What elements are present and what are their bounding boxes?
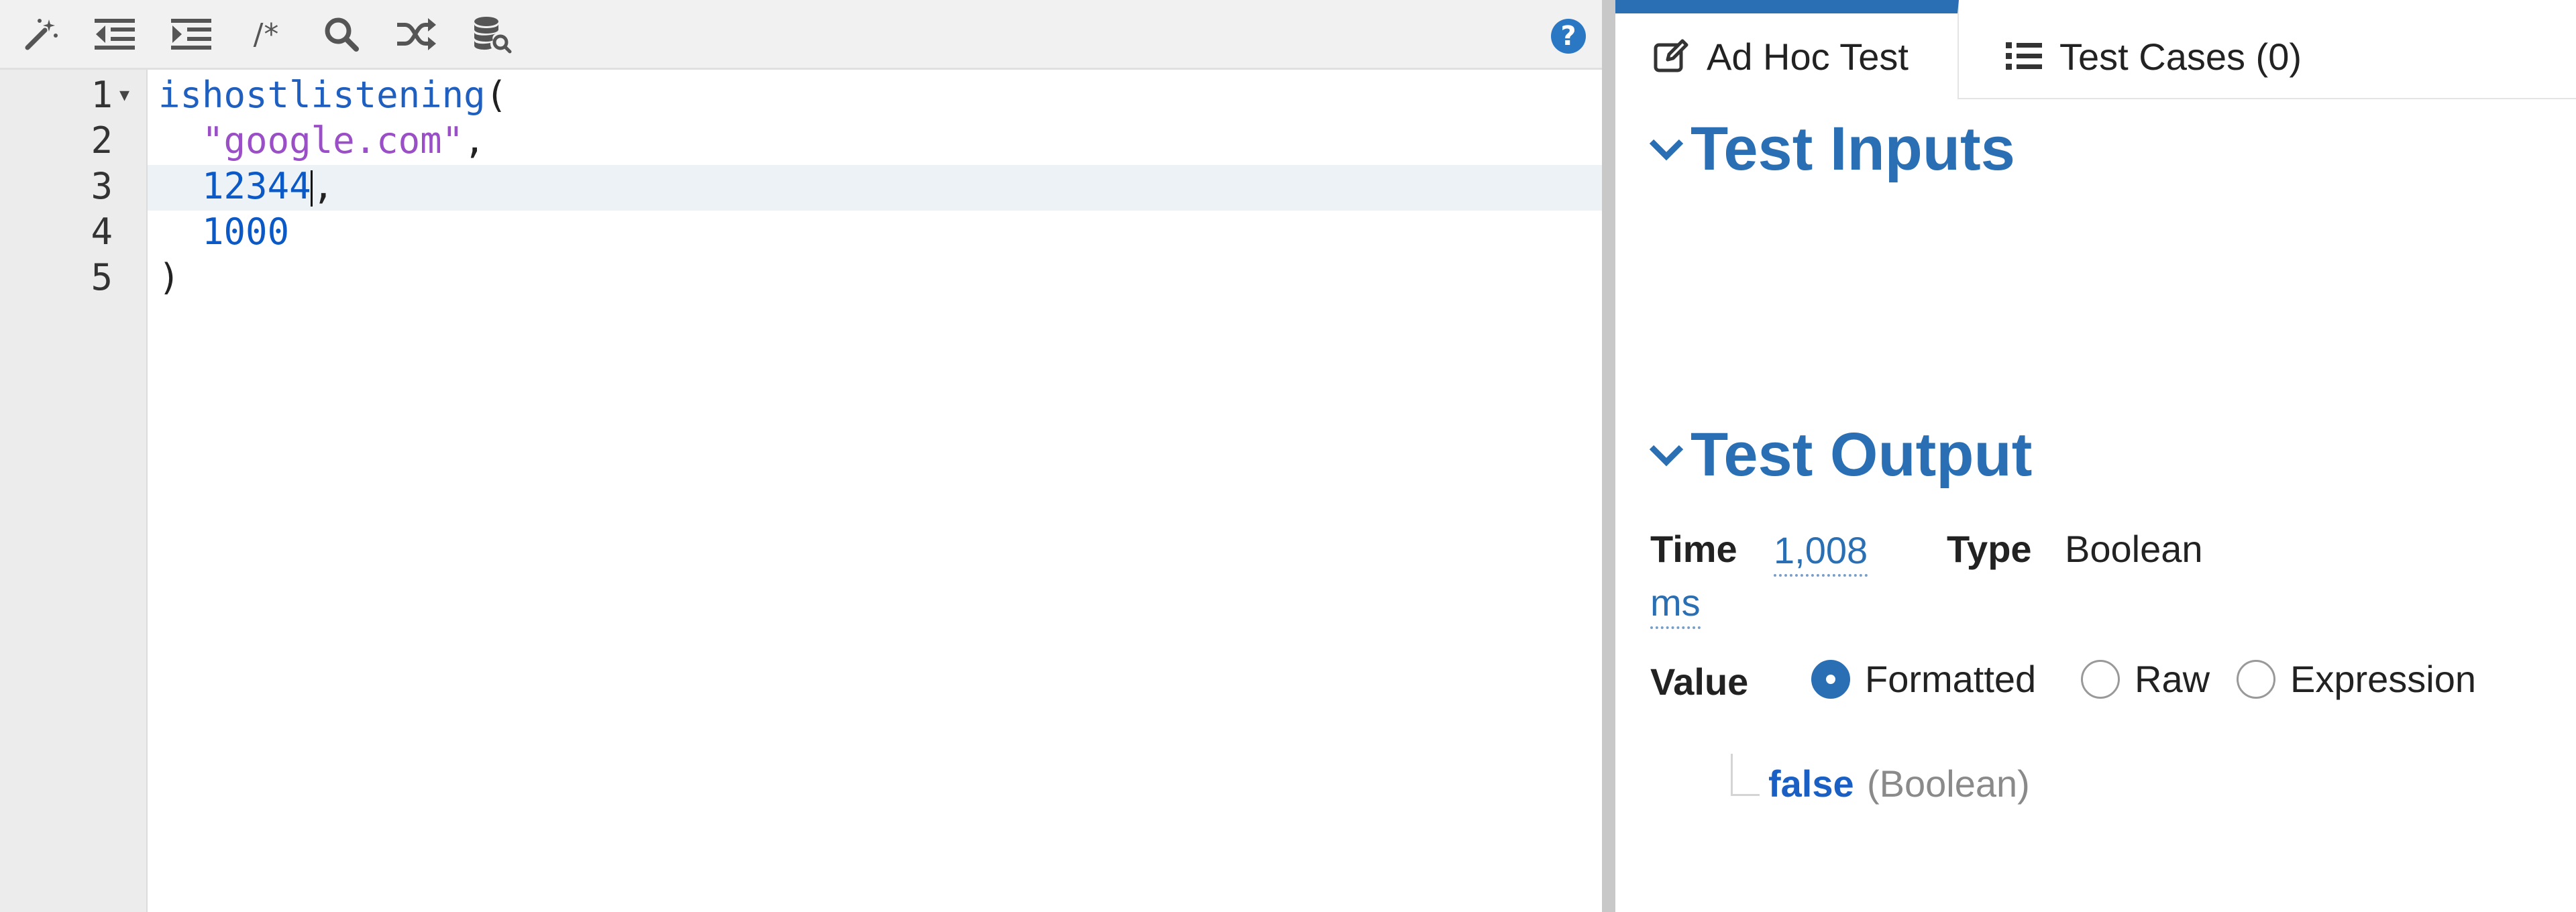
- tree-connector: [1731, 754, 1760, 796]
- time-label: Time: [1650, 528, 1737, 570]
- edit-icon: [1654, 39, 1688, 72]
- code-line-2[interactable]: "google.com",: [158, 118, 486, 164]
- function-name-token: ishostlistening: [158, 74, 486, 116]
- number-token: 12344: [202, 165, 311, 207]
- time-unit[interactable]: ms: [1650, 579, 1701, 629]
- radio-button[interactable]: [1811, 659, 1850, 699]
- chevron-down-icon: [1649, 139, 1684, 160]
- line-number: 2: [91, 119, 113, 162]
- open-paren-token: (: [485, 74, 508, 116]
- format-option-raw[interactable]: Raw: [2081, 657, 2210, 701]
- code-line-5[interactable]: ): [158, 255, 180, 300]
- chevron-down-icon: [1649, 445, 1684, 466]
- radio-label: Expression: [2290, 658, 2477, 700]
- comma-token: ,: [464, 119, 486, 162]
- comment-icon[interactable]: /*: [244, 13, 288, 55]
- search-icon[interactable]: [319, 13, 364, 55]
- format-option-formatted[interactable]: Formatted: [1811, 657, 2036, 701]
- tab-label: Ad Hoc Test: [1707, 35, 1909, 78]
- indent-icon[interactable]: [169, 13, 213, 55]
- code-editor[interactable]: ishostlistening( "google.com", 12344, 10…: [148, 70, 1602, 912]
- line-number: 3: [91, 165, 113, 207]
- number-token: 1000: [202, 211, 290, 253]
- help-icon[interactable]: ?: [1551, 19, 1586, 54]
- result-type: (Boolean): [1867, 762, 2030, 805]
- outdent-icon[interactable]: [93, 13, 137, 55]
- value-label: Value: [1650, 661, 1749, 703]
- close-paren-token: ): [158, 256, 180, 298]
- line-number: 4: [91, 211, 113, 253]
- comma-token: ,: [312, 165, 335, 207]
- editor-toolbar: /* ?: [0, 0, 1602, 70]
- result-value: false: [1768, 762, 1854, 805]
- line-number-gutter: 1 ▾ 2 3 4 5: [0, 70, 148, 912]
- radio-label: Formatted: [1865, 658, 2037, 700]
- fold-arrow-icon[interactable]: ▾: [119, 72, 129, 118]
- shuffle-icon[interactable]: [394, 13, 439, 55]
- database-search-icon[interactable]: [470, 13, 514, 55]
- pane-splitter[interactable]: [1602, 0, 1615, 912]
- editor-pane: /* ? 1 ▾ 2 3 4 5 ishostlistening( "googl…: [0, 0, 1602, 912]
- code-line-1[interactable]: ishostlistening(: [158, 72, 507, 118]
- radio-label: Raw: [2135, 658, 2210, 700]
- string-token: "google.com": [202, 119, 464, 162]
- active-line-highlight: [148, 165, 1602, 211]
- time-value[interactable]: 1,008: [1774, 527, 1868, 577]
- tab-label: Test Cases (0): [2059, 35, 2302, 78]
- test-output-header[interactable]: Test Output: [1649, 420, 2032, 490]
- line-number: 1: [91, 74, 113, 116]
- section-title: Test Inputs: [1690, 115, 2015, 183]
- line-number: 5: [91, 256, 113, 298]
- section-title: Test Output: [1690, 420, 2033, 489]
- tab-test-cases[interactable]: Test Cases (0): [1959, 0, 2361, 99]
- test-pane: Ad Hoc Test Test Cases (0) Test Inputs T…: [1615, 0, 2576, 912]
- radio-button[interactable]: [2237, 659, 2275, 699]
- format-option-expression[interactable]: Expression: [2237, 657, 2476, 701]
- type-label: Type: [1947, 528, 2032, 570]
- magic-wand-icon[interactable]: [19, 13, 63, 55]
- test-tabs: Ad Hoc Test Test Cases (0): [1615, 0, 2576, 99]
- list-icon: [2006, 42, 2042, 70]
- test-inputs-header[interactable]: Test Inputs: [1649, 114, 2015, 184]
- radio-button[interactable]: [2081, 659, 2120, 699]
- code-line-3[interactable]: 12344,: [158, 164, 334, 209]
- code-line-4[interactable]: 1000: [158, 209, 289, 255]
- tab-ad-hoc-test[interactable]: Ad Hoc Test: [1615, 0, 1959, 99]
- type-value: Boolean: [2065, 528, 2203, 570]
